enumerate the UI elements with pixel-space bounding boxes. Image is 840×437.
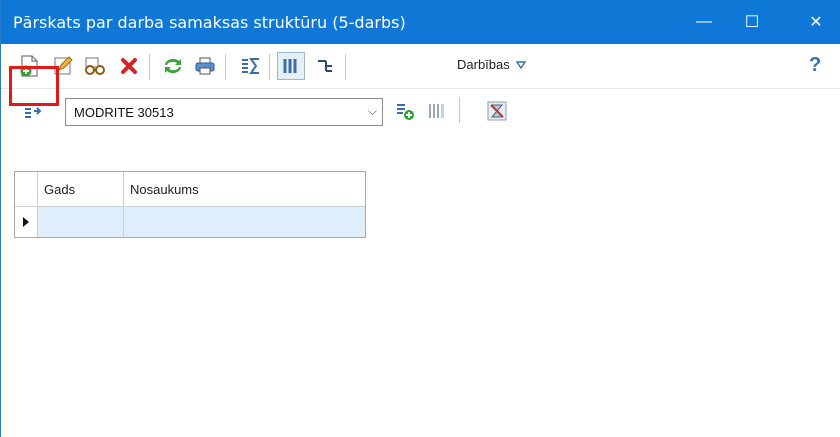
grid-header: Gads Nosaukums <box>15 172 365 207</box>
app-window: Pārskats par darba samaksas struktūru (5… <box>0 0 840 437</box>
chevron-down-icon <box>515 60 526 69</box>
filter-bar: MODRITE 30513 ⌵ <box>1 89 840 127</box>
row-indicator-header <box>15 172 38 206</box>
delete-button[interactable] <box>115 52 143 80</box>
cell-gads[interactable] <box>38 207 124 237</box>
grid-view-button[interactable] <box>277 52 305 80</box>
table-row[interactable] <box>15 207 365 237</box>
totals-button[interactable] <box>237 52 265 80</box>
actions-menu[interactable]: Darbības <box>457 57 526 72</box>
tree-view-button[interactable] <box>311 52 339 80</box>
organization-select-value: MODRITE 30513 <box>74 105 174 120</box>
main-toolbar: Darbības ? <box>1 44 840 89</box>
document-lines-icon <box>429 104 444 118</box>
toolbar-separator <box>149 54 150 80</box>
toolbar-separator <box>459 97 460 123</box>
list-add-icon <box>397 104 414 120</box>
view-button[interactable] <box>81 52 109 80</box>
current-row-arrow-icon <box>23 217 29 227</box>
refresh-icon <box>164 58 182 74</box>
toolbar-separator <box>225 54 226 80</box>
delete-x-icon <box>121 58 137 74</box>
tree-icon <box>318 60 332 72</box>
add-filter-button[interactable] <box>391 97 419 125</box>
column-header-gads[interactable]: Gads <box>38 172 124 206</box>
filter-list-button[interactable] <box>423 97 451 125</box>
hourglass-icon <box>487 101 507 121</box>
toolbar-separator <box>345 54 346 80</box>
maximize-button[interactable]: ☐ <box>729 0 775 44</box>
actions-menu-label: Darbības <box>457 57 510 72</box>
chevron-down-icon[interactable]: ⌵ <box>368 104 377 119</box>
row-indicator <box>15 207 38 237</box>
glasses-icon <box>85 57 105 75</box>
columns-icon <box>283 59 297 73</box>
minimize-button[interactable]: — <box>681 0 727 44</box>
clear-filter-button[interactable] <box>483 97 511 125</box>
toolbar-separator <box>269 54 270 80</box>
printer-icon <box>195 57 215 75</box>
highlight-box <box>9 66 59 106</box>
sum-list-icon <box>242 58 259 74</box>
organization-select[interactable]: MODRITE 30513 ⌵ <box>65 98 383 126</box>
refresh-button[interactable] <box>159 52 187 80</box>
data-grid: Gads Nosaukums <box>14 171 366 238</box>
column-header-nosaukums[interactable]: Nosaukums <box>124 172 365 206</box>
cell-nosaukums[interactable] <box>124 207 365 237</box>
help-icon[interactable]: ? <box>809 54 821 77</box>
close-button[interactable]: ✕ <box>793 0 839 44</box>
print-button[interactable] <box>191 52 219 80</box>
window-title: Pārskats par darba samaksas struktūru (5… <box>13 12 406 32</box>
title-bar: Pārskats par darba samaksas struktūru (5… <box>1 0 840 44</box>
